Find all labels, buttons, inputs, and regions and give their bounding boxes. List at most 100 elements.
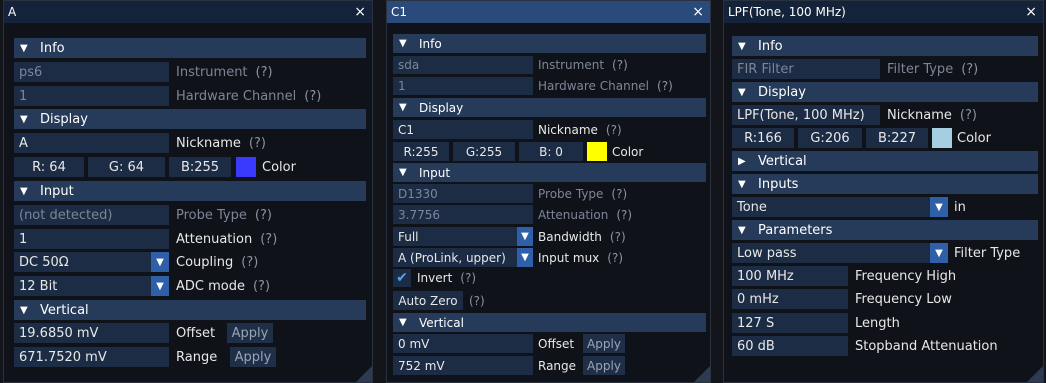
close-icon[interactable]: × <box>692 5 704 19</box>
input-in-label: in <box>954 199 966 215</box>
help-icon[interactable]: (?) <box>607 251 623 265</box>
green-input[interactable]: G:206 <box>798 128 862 148</box>
dropdown-arrow-icon[interactable]: ▼ <box>517 227 533 246</box>
blue-input[interactable]: B:227 <box>866 128 928 148</box>
stopband-attenuation-input[interactable]: 60 dB <box>732 336 848 356</box>
triangle-down-icon: ▼ <box>399 317 407 328</box>
instrument-label: Instrument (?) <box>538 58 628 72</box>
dropdown-arrow-icon[interactable]: ▼ <box>930 197 948 217</box>
help-icon[interactable]: (?) <box>260 232 277 247</box>
dropdown-arrow-icon[interactable]: ▼ <box>151 276 169 296</box>
help-icon[interactable]: (?) <box>241 255 258 270</box>
triangle-down-icon: ▼ <box>738 178 746 190</box>
dropdown-arrow-icon[interactable]: ▼ <box>151 252 169 272</box>
help-icon[interactable]: (?) <box>606 123 622 137</box>
input-mux-dropdown[interactable]: A (ProLink, upper) <box>393 248 517 267</box>
range-input[interactable]: 671.7520 mV <box>14 347 169 367</box>
nickname-input[interactable]: C1 <box>393 120 533 139</box>
help-icon[interactable]: (?) <box>612 58 628 72</box>
color-swatch[interactable] <box>932 128 952 148</box>
nickname-label: Nickname (?) <box>176 135 266 151</box>
length-input[interactable]: 127 S <box>732 313 848 333</box>
frequency-low-input[interactable]: 0 mHz <box>732 289 848 309</box>
dropdown-arrow-icon[interactable]: ▼ <box>517 248 533 267</box>
green-input[interactable]: G: 64 <box>88 157 165 177</box>
display-section-header[interactable]: ▼ Display <box>393 98 706 117</box>
help-icon[interactable]: (?) <box>960 108 977 123</box>
red-input[interactable]: R: 64 <box>14 157 84 177</box>
color-swatch[interactable] <box>236 157 256 177</box>
help-icon[interactable]: (?) <box>253 279 270 294</box>
blue-input[interactable]: B:255 <box>169 157 231 177</box>
auto-zero-button[interactable]: Auto Zero <box>393 291 463 310</box>
triangle-down-icon: ▼ <box>738 40 746 52</box>
triangle-down-icon: ▼ <box>399 102 407 113</box>
invert-checkbox[interactable]: ✔ <box>393 269 411 287</box>
display-section-header[interactable]: ▼ Display <box>14 109 366 129</box>
title-bar[interactable]: A × <box>4 1 372 23</box>
red-input[interactable]: R:255 <box>393 142 449 161</box>
attenuation-input[interactable]: 1 <box>14 229 169 249</box>
inputs-section-header[interactable]: ▼ Inputs <box>732 174 1038 194</box>
help-icon[interactable]: (?) <box>469 291 485 310</box>
input-section-header[interactable]: ▼ Input <box>14 181 366 201</box>
vertical-section-header[interactable]: ▶ Vertical <box>732 151 1038 171</box>
red-input[interactable]: R:166 <box>732 128 794 148</box>
green-input[interactable]: G:255 <box>453 142 515 161</box>
title-bar[interactable]: C1 × <box>387 1 710 23</box>
vertical-section-header[interactable]: ▼ Vertical <box>14 300 366 320</box>
lpf-filter-dialog: LPF(Tone, 100 MHz) × ▼ Info FIR Filter Fi… <box>723 0 1044 383</box>
dropdown-arrow-icon[interactable]: ▼ <box>930 243 948 263</box>
info-section-header[interactable]: ▼ Info <box>732 36 1038 56</box>
info-section-header[interactable]: ▼ Info <box>14 38 366 58</box>
help-icon[interactable]: (?) <box>610 230 626 244</box>
instrument-label: Instrument (?) <box>176 64 273 80</box>
color-swatch[interactable] <box>587 142 607 161</box>
nickname-input[interactable]: LPF(Tone, 100 MHz) <box>732 105 880 125</box>
input-in-dropdown[interactable]: Tone <box>732 197 930 217</box>
range-input[interactable]: 752 mV <box>393 356 533 375</box>
apply-offset-button[interactable]: Apply <box>583 334 625 353</box>
apply-offset-button[interactable]: Apply <box>227 323 273 343</box>
triangle-down-icon: ▼ <box>399 167 407 178</box>
help-icon[interactable]: (?) <box>256 65 273 80</box>
nickname-input[interactable]: A <box>14 133 169 153</box>
window-title: A <box>8 5 17 19</box>
help-icon[interactable]: (?) <box>249 136 266 151</box>
offset-input[interactable]: 0 mV <box>393 334 533 353</box>
bandwidth-label: Bandwidth (?) <box>538 229 626 244</box>
help-icon[interactable]: (?) <box>616 208 632 222</box>
offset-input[interactable]: 19.6850 mV <box>14 323 169 343</box>
help-icon[interactable]: (?) <box>255 208 272 223</box>
probe-type-label: Probe Type (?) <box>176 207 272 223</box>
filter-type-dropdown[interactable]: Low pass <box>732 243 930 263</box>
parameters-section-header[interactable]: ▼ Parameters <box>732 220 1038 240</box>
input-section-header[interactable]: ▼ Input <box>393 163 706 182</box>
resize-grip[interactable] <box>1027 366 1043 382</box>
blue-input[interactable]: B: 0 <box>519 142 583 161</box>
adc-mode-dropdown[interactable]: 12 Bit <box>14 276 151 296</box>
apply-range-button[interactable]: Apply <box>230 347 276 367</box>
help-icon[interactable]: (?) <box>304 89 321 104</box>
info-section-header[interactable]: ▼ Info <box>393 34 706 53</box>
adc-mode-label: ADC mode (?) <box>176 278 271 294</box>
frequency-high-input[interactable]: 100 MHz <box>732 266 848 286</box>
apply-range-button[interactable]: Apply <box>583 356 625 375</box>
title-bar[interactable]: LPF(Tone, 100 MHz) × <box>724 1 1043 23</box>
resize-grip[interactable] <box>356 366 372 382</box>
attenuation-label: Attenuation (?) <box>538 207 633 222</box>
filter-type-field: FIR Filter <box>732 59 880 79</box>
help-icon[interactable]: (?) <box>460 271 476 285</box>
coupling-dropdown[interactable]: DC 50Ω <box>14 252 151 272</box>
help-icon[interactable]: (?) <box>657 79 673 93</box>
vertical-section-header[interactable]: ▼ Vertical <box>393 313 706 332</box>
bandwidth-dropdown[interactable]: Full <box>393 227 517 246</box>
color-label: Color <box>262 159 296 175</box>
display-section-header[interactable]: ▼ Display <box>732 82 1038 102</box>
close-icon[interactable]: × <box>354 5 366 19</box>
help-icon[interactable]: (?) <box>961 62 978 77</box>
nickname-label: Nickname (?) <box>887 107 977 123</box>
resize-grip[interactable] <box>694 366 710 382</box>
close-icon[interactable]: × <box>1025 5 1037 19</box>
help-icon[interactable]: (?) <box>611 187 627 201</box>
